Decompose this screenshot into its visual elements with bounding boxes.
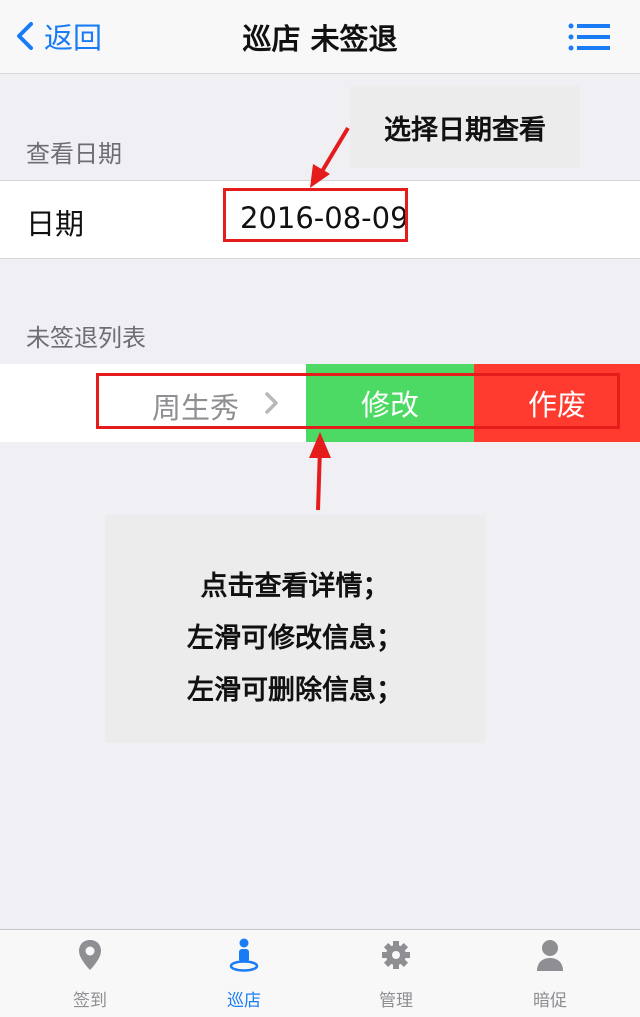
date-section-header: 查看日期 <box>26 140 122 168</box>
list-tip-line: 点击查看详情； <box>200 571 390 602</box>
list-item[interactable]: 周生秀 修改 作废 <box>0 364 640 442</box>
tab-label: 签到 <box>73 991 107 1011</box>
date-label: 日期 <box>26 207 85 241</box>
list-tip-line: 左滑可修改信息； <box>187 623 403 654</box>
tab-label: 暗促 <box>533 991 567 1011</box>
date-value[interactable]: 2016-08-09 <box>240 201 409 235</box>
tab-manage[interactable]: 管理 <box>316 930 476 1017</box>
user-icon <box>537 940 563 971</box>
date-row[interactable]: 日期 2016-08-09 <box>0 180 640 259</box>
list-section-header: 未签退列表 <box>26 324 146 352</box>
edit-button[interactable]: 修改 <box>306 364 474 442</box>
map-pin-icon <box>79 940 101 970</box>
page-title: 巡店 未签退 <box>242 22 398 56</box>
tab-bar: 签到 巡店 管理 暗促 <box>0 929 640 1017</box>
list-item-name[interactable]: 周生秀 <box>152 385 239 427</box>
list-tip-line: 左滑可删除信息； <box>187 675 403 706</box>
tab-label: 管理 <box>379 991 413 1011</box>
void-button[interactable]: 作废 <box>474 364 640 442</box>
list-tip-arrow <box>309 432 331 511</box>
list-menu-icon[interactable] <box>568 22 610 52</box>
person-location-icon <box>229 938 259 972</box>
navigation-bar: 返回 巡店 未签退 <box>0 0 640 74</box>
tab-sign-in[interactable]: 签到 <box>10 930 170 1017</box>
date-tip-callout: 选择日期查看 <box>350 86 580 168</box>
gear-icon <box>382 941 410 969</box>
tab-label: 巡店 <box>227 991 261 1011</box>
chevron-right-icon <box>265 392 278 414</box>
list-tip-callout: 点击查看详情； 左滑可修改信息； 左滑可删除信息； <box>105 515 485 743</box>
date-tip-arrow <box>310 126 350 188</box>
tab-store-patrol[interactable]: 巡店 <box>164 930 324 1017</box>
tab-mystery-promo[interactable]: 暗促 <box>470 930 630 1017</box>
